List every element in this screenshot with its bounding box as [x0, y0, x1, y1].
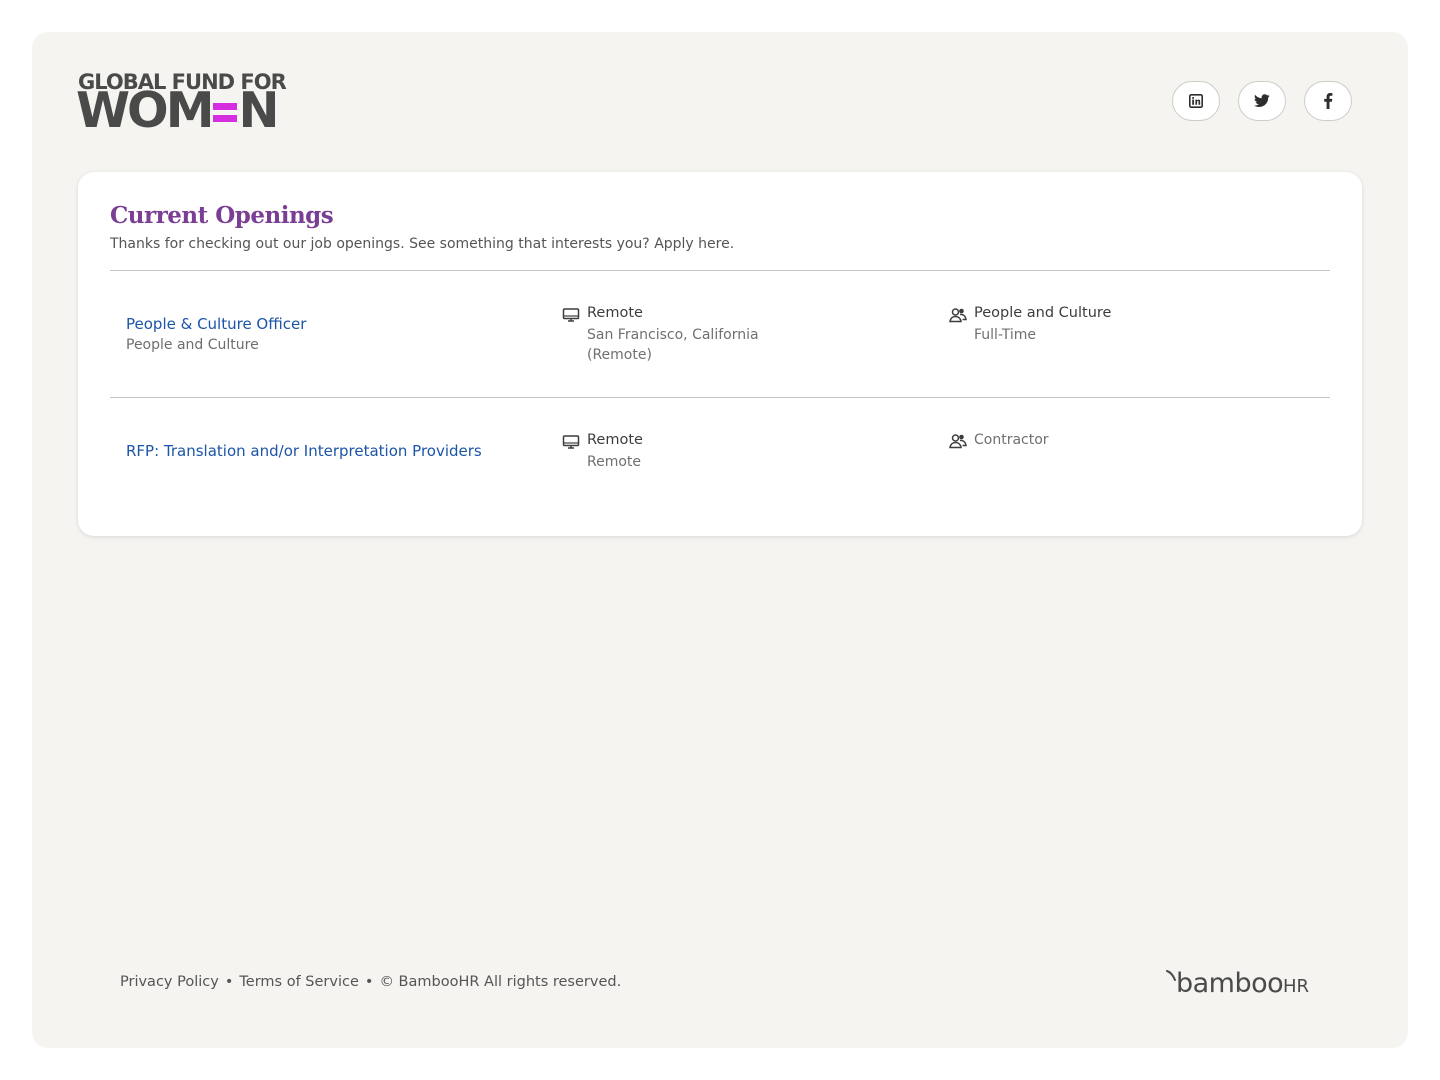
hr-wordmark: HR [1283, 976, 1310, 997]
page-subtitle: Thanks for checking out our job openings… [110, 236, 735, 252]
job-team: People and Culture [974, 305, 1112, 321]
separator-dot: • [364, 974, 374, 990]
facebook-icon [1324, 93, 1333, 109]
job-title-link[interactable]: People & Culture Officer [126, 315, 306, 333]
people-icon [949, 308, 967, 323]
company-logo[interactable]: GLOBAL FUND FOR WOM N [76, 70, 298, 139]
job-location-type: Remote [587, 432, 643, 448]
monitor-icon [562, 308, 580, 322]
separator-dot: • [224, 974, 234, 990]
twitter-button[interactable] [1238, 81, 1286, 121]
twitter-icon [1254, 94, 1270, 107]
terms-of-service-link[interactable]: Terms of Service [239, 974, 358, 990]
divider [110, 397, 1330, 398]
job-department: People and Culture [126, 337, 259, 353]
job-team: Contractor [974, 432, 1049, 448]
people-icon [949, 434, 967, 449]
logo-equals-mark [213, 95, 238, 127]
logo-line-2: WOM N [76, 82, 279, 139]
linkedin-button[interactable] [1172, 81, 1220, 121]
job-title-link[interactable]: RFP: Translation and/or Interpretation P… [126, 442, 482, 460]
monitor-icon [562, 435, 580, 449]
job-location: Remote [587, 454, 642, 470]
footer-links: Privacy Policy • Terms of Service • © Bamboo… [120, 974, 621, 990]
page-title: Current Openings [110, 202, 334, 229]
privacy-policy-link[interactable]: Privacy Policy [120, 974, 219, 990]
openings-card: Current Openings Thanks for checking out… [78, 172, 1362, 536]
job-location-type: Remote [587, 305, 643, 321]
copyright-text: © BambooHR All rights reserved. [379, 974, 622, 990]
linkedin-icon [1189, 94, 1203, 108]
bamboo-wordmark: bamboo [1176, 968, 1284, 999]
divider [110, 270, 1330, 271]
bamboohr-logo[interactable]: bamboo HR [1166, 968, 1326, 1002]
job-employment-type: Full-Time [974, 327, 1036, 343]
facebook-button[interactable] [1304, 81, 1352, 121]
page-frame: GLOBAL FUND FOR WOM N Current Openings Th… [32, 32, 1408, 1048]
job-location: San Francisco, California (Remote) [587, 327, 759, 363]
